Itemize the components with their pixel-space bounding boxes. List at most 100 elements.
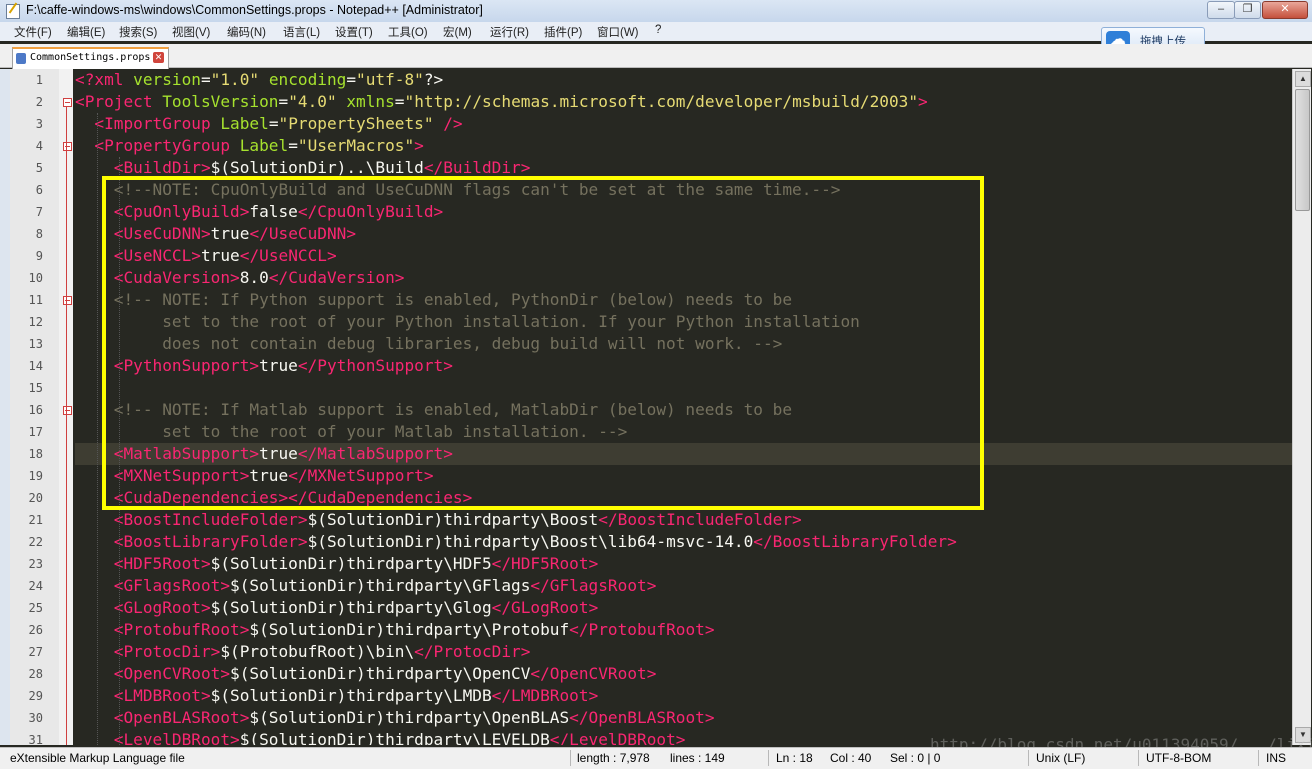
code-token: "http://schemas.microsoft.com/developer/… — [404, 92, 919, 111]
status-separator — [1028, 750, 1029, 766]
indent-guide — [97, 113, 99, 745]
menu-window[interactable]: 窗口(W) — [597, 24, 639, 40]
line-number: 18 — [28, 447, 43, 461]
menu-macro[interactable]: 宏(M) — [443, 24, 472, 40]
code-token: <OpenBLASRoot> — [113, 708, 250, 727]
code-token: Label — [220, 114, 269, 133]
menu-tools[interactable]: 工具(O) — [388, 24, 428, 40]
code-line[interactable]: <BoostIncludeFolder>$(SolutionDir)thirdp… — [75, 509, 802, 531]
line-number: 25 — [28, 601, 43, 615]
code-token: </LevelDBRoot> — [549, 730, 686, 745]
menu-view[interactable]: 视图(V) — [172, 24, 210, 40]
code-token: $(SolutionDir)..\Build — [210, 158, 424, 177]
line-number: 20 — [28, 491, 43, 505]
code-token: <BoostIncludeFolder> — [113, 510, 308, 529]
code-token: = — [268, 114, 279, 133]
line-number: 26 — [28, 623, 43, 637]
menu-settings[interactable]: 设置(T) — [335, 24, 373, 40]
status-eol: Unix (LF) — [1036, 751, 1086, 765]
fold-line — [66, 107, 67, 745]
menu-edit[interactable]: 编辑(E) — [67, 24, 105, 40]
line-number: 29 — [28, 689, 43, 703]
code-token: <LevelDBRoot> — [113, 730, 240, 745]
code-token: </GLogRoot> — [491, 598, 599, 617]
code-line[interactable]: <Project ToolsVersion="4.0" xmlns="http:… — [75, 91, 928, 113]
code-token: </LMDBRoot> — [491, 686, 599, 705]
code-token: $(SolutionDir)thirdparty\OpenCV — [230, 664, 531, 683]
menu-run[interactable]: 运行(R) — [490, 24, 529, 40]
code-token: <?xml — [75, 70, 134, 89]
line-number: 22 — [28, 535, 43, 549]
fold-margin[interactable] — [59, 69, 73, 745]
code-token: /> — [443, 114, 463, 133]
vertical-scrollbar[interactable]: ▲ ▼ — [1292, 69, 1311, 745]
tab-commonsettings[interactable]: CommonSettings.props ✕ — [12, 47, 169, 69]
menu-language[interactable]: 语言(L) — [283, 24, 320, 40]
code-token: $(SolutionDir)thirdparty\OpenBLAS — [249, 708, 570, 727]
code-token: xmlns — [346, 92, 395, 111]
code-token: $(SolutionDir)thirdparty\Boost — [307, 510, 599, 529]
code-line[interactable]: <GFlagsRoot>$(SolutionDir)thirdparty\GFl… — [75, 575, 657, 597]
code-token: <GFlagsRoot> — [113, 576, 231, 595]
code-token: </BoostIncludeFolder> — [598, 510, 802, 529]
highlight-box — [102, 176, 984, 510]
menu-help[interactable]: ? — [655, 24, 661, 36]
scroll-thumb[interactable] — [1295, 89, 1310, 211]
code-token: version — [133, 70, 201, 89]
code-token: $(SolutionDir)thirdparty\GFlags — [230, 576, 531, 595]
fold-toggle-icon[interactable] — [63, 98, 72, 107]
window-title: F:\caffe-windows-ms\windows\CommonSettin… — [26, 3, 483, 17]
line-number: 2 — [35, 95, 43, 109]
code-line[interactable]: <LMDBRoot>$(SolutionDir)thirdparty\LMDB<… — [75, 685, 599, 707]
line-number: 7 — [35, 205, 43, 219]
code-line[interactable]: <BoostLibraryFolder>$(SolutionDir)thirdp… — [75, 531, 957, 553]
code-token: <ProtobufRoot> — [113, 620, 250, 639]
code-line[interactable]: <HDF5Root>$(SolutionDir)thirdparty\HDF5<… — [75, 553, 599, 575]
code-token: = — [346, 70, 357, 89]
code-line[interactable]: <ProtocDir>$(ProtobufRoot)\bin\</ProtocD… — [75, 641, 531, 663]
code-token: "1.0" — [210, 70, 269, 89]
code-line[interactable]: <LevelDBRoot>$(SolutionDir)thirdparty\LE… — [75, 729, 686, 745]
code-line[interactable]: <?xml version="1.0" encoding="utf-8"?> — [75, 69, 443, 91]
fold-toggle-icon[interactable] — [63, 296, 72, 305]
menu-plugins[interactable]: 插件(P) — [544, 24, 582, 40]
code-token: $(SolutionDir)thirdparty\Glog — [210, 598, 492, 617]
code-line[interactable]: <ImportGroup Label="PropertySheets" /> — [75, 113, 463, 135]
menu-file[interactable]: 文件(F) — [14, 24, 52, 40]
code-line[interactable]: <GLogRoot>$(SolutionDir)thirdparty\Glog<… — [75, 597, 599, 619]
menu-search[interactable]: 搜索(S) — [119, 24, 157, 40]
code-token: $(SolutionDir)thirdparty\Boost\lib64-msv… — [307, 532, 754, 551]
status-separator — [1258, 750, 1259, 766]
minimize-button[interactable]: – — [1207, 1, 1235, 19]
scroll-up-arrow-icon[interactable]: ▲ — [1295, 71, 1311, 87]
code-line[interactable]: <OpenBLASRoot>$(SolutionDir)thirdparty\O… — [75, 707, 715, 729]
tab-close-icon[interactable]: ✕ — [153, 52, 164, 63]
maximize-button[interactable]: ❐ — [1234, 1, 1261, 19]
status-col: Col : 40 — [830, 751, 872, 765]
line-number-gutter: 1 2 3 4 5 6 7 8 9 10 11 12 13 14 15 16 17 18 19 20 21 22 23 24 2… — [10, 69, 59, 745]
code-line[interactable]: <ProtobufRoot>$(SolutionDir)thirdparty\P… — [75, 619, 715, 641]
status-bar: eXtensible Markup Language file length :… — [0, 747, 1312, 769]
menu-encoding[interactable]: 编码(N) — [227, 24, 266, 40]
fold-toggle-icon[interactable] — [63, 142, 72, 151]
line-number: 5 — [35, 161, 43, 175]
code-token: <ProtocDir> — [113, 642, 221, 661]
line-number: 3 — [35, 117, 43, 131]
line-number: 23 — [28, 557, 43, 571]
fold-toggle-icon[interactable] — [63, 406, 72, 415]
code-token: = — [278, 92, 289, 111]
code-line[interactable]: <PropertyGroup Label="UserMacros"> — [75, 135, 423, 157]
code-line[interactable]: <OpenCVRoot>$(SolutionDir)thirdparty\Ope… — [75, 663, 657, 685]
close-button[interactable]: ✕ — [1262, 1, 1308, 19]
code-token: "UserMacros" — [297, 136, 415, 155]
code-token: = — [288, 136, 298, 155]
code-token: </BoostLibraryFolder> — [753, 532, 957, 551]
